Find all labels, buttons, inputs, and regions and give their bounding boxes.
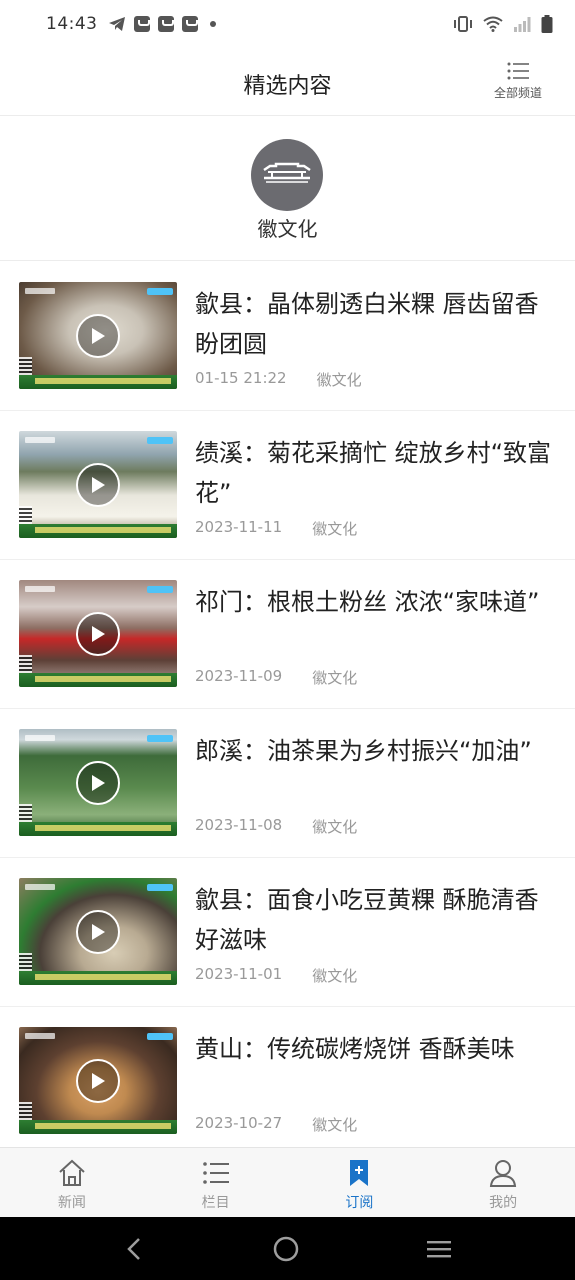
list-icon <box>507 62 529 80</box>
news-title[interactable]: 黄山：传统碳烤烧饼 香酥美味 <box>195 1029 555 1069</box>
news-source: 徽文化 <box>316 371 362 389</box>
signal-icon <box>514 17 531 32</box>
play-icon[interactable] <box>76 314 120 358</box>
news-title[interactable]: 郎溪：油茶果为乡村振兴“加油” <box>195 731 555 771</box>
news-title[interactable]: 祁门：根根土粉丝 浓浓“家味道” <box>195 582 555 622</box>
channel-name: 徽文化 <box>257 217 318 241</box>
news-date: 2023-10-27 <box>195 1114 283 1132</box>
news-date: 2023-11-01 <box>195 965 283 983</box>
wifi-icon <box>483 16 503 32</box>
news-thumbnail[interactable] <box>19 431 177 538</box>
top-bar: 精选内容 全部频道 <box>0 48 575 116</box>
news-source: 徽文化 <box>312 1116 358 1134</box>
news-item[interactable]: 绩溪：菊花采摘忙 绽放乡村“致富花” 2023-11-11 徽文化 <box>0 411 575 560</box>
bookmark-icon <box>350 1160 369 1186</box>
play-icon[interactable] <box>76 1059 120 1103</box>
news-item[interactable]: 祁门：根根土粉丝 浓浓“家味道” 2023-11-09 徽文化 <box>0 560 575 709</box>
notification-icon <box>133 16 150 32</box>
system-nav-bar <box>0 1217 575 1280</box>
news-thumbnail[interactable] <box>19 729 177 836</box>
user-icon <box>490 1160 517 1187</box>
play-icon[interactable] <box>76 463 120 507</box>
nav-columns[interactable]: 栏目 <box>144 1148 288 1217</box>
news-source: 徽文化 <box>312 818 358 836</box>
caption-strip <box>19 822 177 836</box>
news-date: 2023-11-11 <box>195 518 283 536</box>
news-source: 徽文化 <box>312 967 358 985</box>
notification-icons <box>108 16 216 32</box>
news-meta: 2023-11-09 徽文化 <box>195 667 357 688</box>
caption-strip <box>19 524 177 538</box>
nav-subscribe[interactable]: 订阅 <box>288 1148 432 1217</box>
news-thumbnail[interactable] <box>19 878 177 985</box>
channel-header: 徽文化 <box>0 117 575 261</box>
news-meta: 01-15 21:22 徽文化 <box>195 369 362 390</box>
caption-strip <box>19 971 177 985</box>
news-item[interactable]: 歙县：面食小吃豆黄粿 酥脆清香好滋味 2023-11-01 徽文化 <box>0 858 575 1007</box>
news-list: 歙县：晶体剔透白米粿 唇齿留香盼团圆 01-15 21:22 徽文化 绩溪：菊花… <box>0 262 575 1156</box>
notification-icon <box>157 16 174 32</box>
news-title[interactable]: 歙县：晶体剔透白米粿 唇齿留香盼团圆 <box>195 284 555 364</box>
nav-label: 我的 <box>489 1195 518 1211</box>
news-meta: 2023-10-27 徽文化 <box>195 1114 357 1135</box>
bottom-nav: 新闻 栏目 订阅 我的 <box>0 1147 575 1217</box>
all-channels-button[interactable]: 全部频道 <box>480 62 556 101</box>
all-channels-label: 全部频道 <box>493 86 542 100</box>
news-thumbnail[interactable] <box>19 282 177 389</box>
notification-icon <box>181 16 198 32</box>
news-date: 01-15 21:22 <box>195 369 287 387</box>
news-meta: 2023-11-11 徽文化 <box>195 518 357 539</box>
news-item[interactable]: 郎溪：油茶果为乡村振兴“加油” 2023-11-08 徽文化 <box>0 709 575 858</box>
back-icon[interactable] <box>123 1235 147 1263</box>
home-icon <box>59 1159 85 1186</box>
caption-strip <box>19 375 177 389</box>
nav-label: 新闻 <box>57 1195 86 1211</box>
dot-icon <box>209 21 216 27</box>
play-icon[interactable] <box>76 910 120 954</box>
recents-icon[interactable] <box>425 1235 453 1263</box>
telegram-icon <box>108 17 125 31</box>
news-source: 徽文化 <box>312 669 358 687</box>
vibrate-icon <box>454 16 472 32</box>
status-bar: 14:43 <box>0 0 575 48</box>
news-meta: 2023-11-08 徽文化 <box>195 816 357 837</box>
news-source: 徽文化 <box>312 520 358 538</box>
news-date: 2023-11-09 <box>195 667 283 685</box>
channel-avatar[interactable] <box>251 139 323 211</box>
news-thumbnail[interactable] <box>19 1027 177 1134</box>
news-thumbnail[interactable] <box>19 580 177 687</box>
news-date: 2023-11-08 <box>195 816 283 834</box>
play-icon[interactable] <box>76 612 120 656</box>
nav-mine[interactable]: 我的 <box>431 1148 575 1217</box>
caption-strip <box>19 673 177 687</box>
nav-news[interactable]: 新闻 <box>0 1148 144 1217</box>
home-circle-icon[interactable] <box>272 1235 300 1263</box>
nav-label: 订阅 <box>345 1195 374 1211</box>
caption-strip <box>19 1120 177 1134</box>
news-meta: 2023-11-01 徽文化 <box>195 965 357 986</box>
nav-label: 栏目 <box>201 1195 230 1211</box>
play-icon[interactable] <box>76 761 120 805</box>
news-title[interactable]: 歙县：面食小吃豆黄粿 酥脆清香好滋味 <box>195 880 555 960</box>
battery-icon <box>541 15 553 33</box>
news-item[interactable]: 歙县：晶体剔透白米粿 唇齿留香盼团圆 01-15 21:22 徽文化 <box>0 262 575 411</box>
news-title[interactable]: 绩溪：菊花采摘忙 绽放乡村“致富花” <box>195 433 555 513</box>
hui-architecture-icon <box>263 162 311 183</box>
news-item[interactable]: 黄山：传统碳烤烧饼 香酥美味 2023-10-27 徽文化 <box>0 1007 575 1156</box>
list-icon <box>202 1162 229 1184</box>
status-time: 14:43 <box>46 14 98 34</box>
